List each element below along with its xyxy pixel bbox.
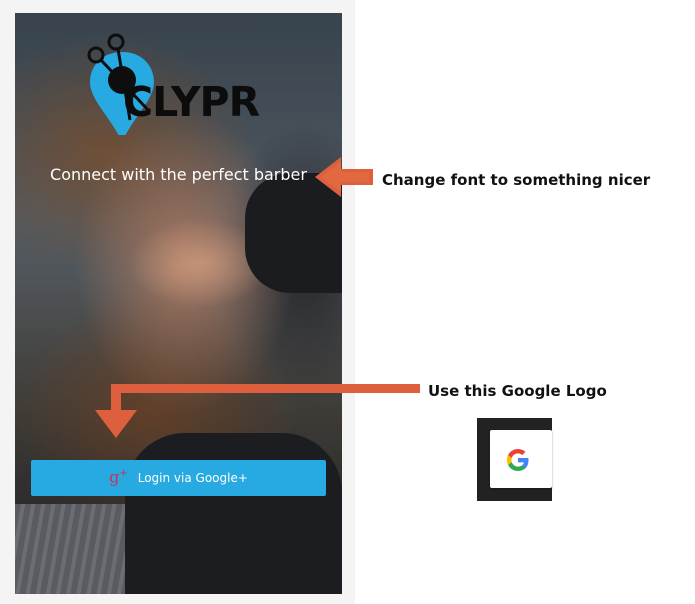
arrow-left-annotation [315, 157, 373, 197]
logo-wordmark: CLYPR [123, 78, 260, 126]
font-change-note: Change font to something nicer [382, 171, 651, 189]
google-logo-note: Use this Google Logo [428, 382, 607, 400]
login-button-label: Login via Google+ [137, 471, 248, 485]
login-google-button[interactable]: g+ Login via Google+ [31, 460, 326, 496]
background-photo-hand [125, 433, 342, 594]
app-tagline: Connect with the perfect barber [50, 165, 307, 184]
arrow-down-annotation [95, 384, 420, 438]
google-g-icon [507, 449, 529, 471]
google-plus-icon: g+ [109, 467, 128, 487]
